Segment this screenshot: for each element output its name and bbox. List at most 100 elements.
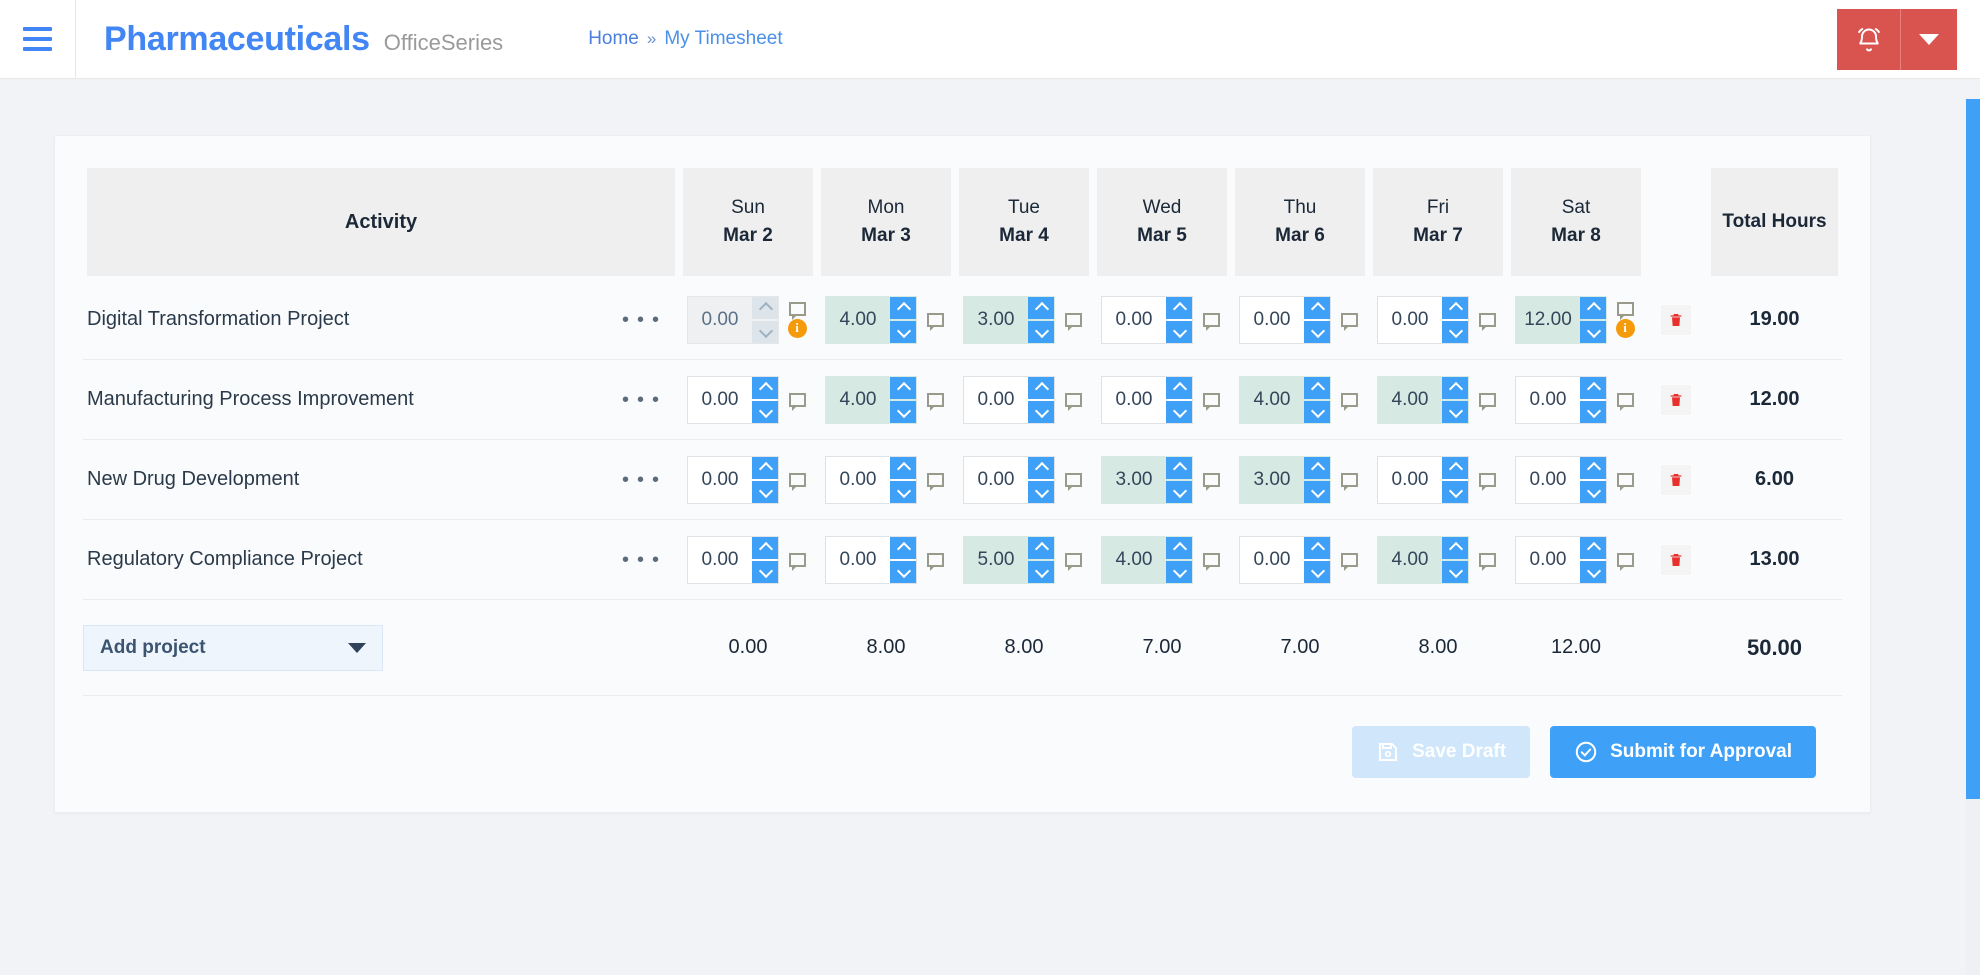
hours-spinner[interactable] bbox=[1101, 535, 1193, 584]
submit-for-approval-button[interactable]: Submit for Approval bbox=[1550, 726, 1816, 778]
trash-icon[interactable] bbox=[1661, 384, 1691, 415]
hours-input[interactable] bbox=[1516, 456, 1580, 503]
alert-dropdown-button[interactable] bbox=[1901, 9, 1957, 70]
hours-spinner[interactable] bbox=[963, 295, 1055, 344]
breadcrumb-current-page[interactable]: My Timesheet bbox=[664, 28, 782, 50]
hours-input[interactable] bbox=[1240, 456, 1304, 503]
chevron-up-icon[interactable] bbox=[1166, 376, 1192, 399]
hours-input[interactable] bbox=[826, 296, 890, 343]
hours-spinner[interactable] bbox=[1239, 455, 1331, 504]
hours-input[interactable] bbox=[1378, 296, 1442, 343]
chevron-up-icon[interactable] bbox=[1166, 536, 1192, 559]
chevron-down-icon[interactable] bbox=[1166, 480, 1192, 503]
add-project-dropdown[interactable]: Add project bbox=[83, 624, 383, 671]
chevron-up-icon[interactable] bbox=[752, 376, 778, 399]
hours-input[interactable] bbox=[964, 376, 1028, 423]
comment-icon[interactable] bbox=[1202, 552, 1220, 571]
chevron-up-icon[interactable] bbox=[1580, 456, 1606, 479]
comment-icon[interactable] bbox=[1340, 312, 1358, 331]
chevron-up-icon[interactable] bbox=[1028, 456, 1054, 479]
comment-icon[interactable] bbox=[1202, 392, 1220, 411]
chevron-up-icon[interactable] bbox=[890, 296, 916, 319]
chevron-down-icon[interactable] bbox=[1028, 320, 1054, 343]
hours-input[interactable] bbox=[688, 296, 752, 343]
hours-input[interactable] bbox=[1378, 456, 1442, 503]
hours-spinner[interactable] bbox=[1515, 455, 1607, 504]
hours-spinner[interactable] bbox=[687, 375, 779, 424]
chevron-up-icon[interactable] bbox=[1442, 296, 1468, 319]
chevron-down-icon[interactable] bbox=[1442, 480, 1468, 503]
comment-icon[interactable] bbox=[1616, 301, 1634, 320]
hours-spinner[interactable] bbox=[1515, 295, 1607, 344]
comment-icon[interactable] bbox=[1202, 312, 1220, 331]
hours-input[interactable] bbox=[826, 456, 890, 503]
chevron-up-icon[interactable] bbox=[1580, 536, 1606, 559]
hours-spinner[interactable] bbox=[963, 375, 1055, 424]
hours-input[interactable] bbox=[688, 376, 752, 423]
chevron-down-icon[interactable] bbox=[1028, 480, 1054, 503]
trash-icon[interactable] bbox=[1661, 464, 1691, 495]
chevron-down-icon[interactable] bbox=[752, 320, 778, 343]
hamburger-icon[interactable] bbox=[0, 0, 76, 79]
hours-spinner[interactable] bbox=[1377, 535, 1469, 584]
trash-icon[interactable] bbox=[1661, 544, 1691, 575]
hours-input[interactable] bbox=[1102, 456, 1166, 503]
hours-input[interactable] bbox=[688, 456, 752, 503]
chevron-down-icon[interactable] bbox=[752, 480, 778, 503]
chevron-down-icon[interactable] bbox=[1580, 400, 1606, 423]
chevron-up-icon[interactable] bbox=[752, 456, 778, 479]
hours-spinner[interactable] bbox=[1377, 455, 1469, 504]
comment-icon[interactable] bbox=[1064, 472, 1082, 491]
comment-icon[interactable] bbox=[1202, 472, 1220, 491]
hours-spinner[interactable] bbox=[1239, 295, 1331, 344]
hours-input[interactable] bbox=[1102, 536, 1166, 583]
comment-icon[interactable] bbox=[1340, 472, 1358, 491]
hours-spinner[interactable] bbox=[1239, 535, 1331, 584]
comment-icon[interactable] bbox=[1616, 552, 1634, 571]
chevron-up-icon[interactable] bbox=[1166, 456, 1192, 479]
hours-spinner[interactable] bbox=[1239, 375, 1331, 424]
hours-input[interactable] bbox=[1516, 536, 1580, 583]
hours-spinner[interactable] bbox=[687, 455, 779, 504]
hours-input[interactable] bbox=[826, 376, 890, 423]
chevron-up-icon[interactable] bbox=[890, 376, 916, 399]
ellipsis-icon[interactable]: • • • bbox=[622, 310, 661, 330]
hours-spinner[interactable] bbox=[825, 455, 917, 504]
chevron-down-icon[interactable] bbox=[890, 400, 916, 423]
comment-icon[interactable] bbox=[788, 301, 806, 320]
hours-input[interactable] bbox=[688, 536, 752, 583]
chevron-up-icon[interactable] bbox=[1442, 536, 1468, 559]
chevron-up-icon[interactable] bbox=[1580, 296, 1606, 319]
chevron-down-icon[interactable] bbox=[1580, 560, 1606, 583]
hours-spinner[interactable] bbox=[687, 295, 779, 344]
comment-icon[interactable] bbox=[926, 312, 944, 331]
hours-spinner[interactable] bbox=[1101, 455, 1193, 504]
comment-icon[interactable] bbox=[926, 552, 944, 571]
comment-icon[interactable] bbox=[1478, 552, 1496, 571]
info-badge-icon[interactable]: i bbox=[787, 318, 807, 338]
chevron-up-icon[interactable] bbox=[1580, 376, 1606, 399]
hours-input[interactable] bbox=[1516, 376, 1580, 423]
comment-icon[interactable] bbox=[1064, 392, 1082, 411]
save-draft-button[interactable]: Save Draft bbox=[1352, 726, 1531, 778]
scrollbar-thumb[interactable] bbox=[1966, 99, 1980, 799]
chevron-down-icon[interactable] bbox=[1028, 560, 1054, 583]
chevron-up-icon[interactable] bbox=[1304, 536, 1330, 559]
bell-icon[interactable] bbox=[1837, 9, 1901, 70]
info-badge-icon[interactable]: i bbox=[1615, 318, 1635, 338]
chevron-up-icon[interactable] bbox=[890, 456, 916, 479]
comment-icon[interactable] bbox=[1478, 472, 1496, 491]
comment-icon[interactable] bbox=[1616, 392, 1634, 411]
chevron-down-icon[interactable] bbox=[1166, 560, 1192, 583]
hours-input[interactable] bbox=[1516, 296, 1580, 343]
comment-icon[interactable] bbox=[1064, 312, 1082, 331]
chevron-down-icon[interactable] bbox=[752, 400, 778, 423]
ellipsis-icon[interactable]: • • • bbox=[622, 390, 661, 410]
chevron-down-icon[interactable] bbox=[1166, 320, 1192, 343]
chevron-up-icon[interactable] bbox=[1442, 376, 1468, 399]
chevron-down-icon[interactable] bbox=[1166, 400, 1192, 423]
chevron-down-icon[interactable] bbox=[890, 560, 916, 583]
chevron-up-icon[interactable] bbox=[1028, 296, 1054, 319]
hours-spinner[interactable] bbox=[825, 375, 917, 424]
chevron-up-icon[interactable] bbox=[890, 536, 916, 559]
